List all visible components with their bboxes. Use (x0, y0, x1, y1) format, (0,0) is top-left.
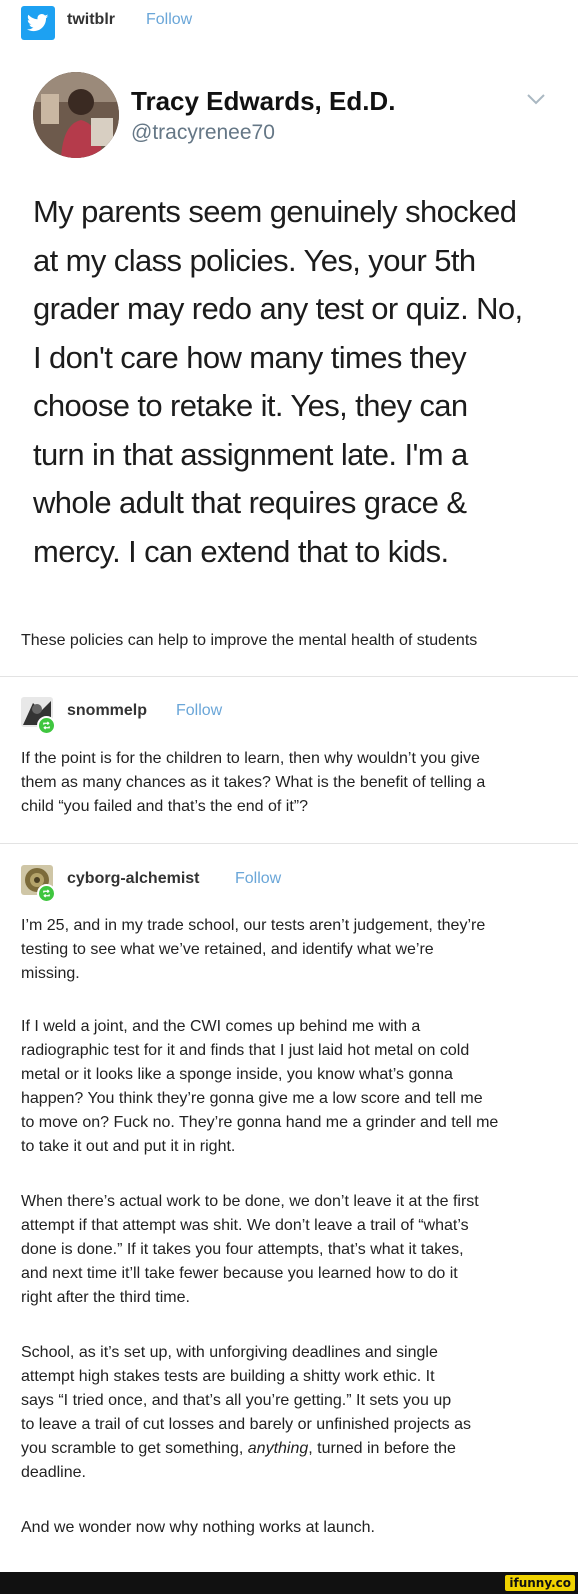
text-line: School, as it’s set up, with unforgiving… (21, 1344, 438, 1361)
text-line: to take it out and put it in right. (21, 1138, 236, 1155)
tweet-text: My parents seem genuinely shocked at my … (33, 188, 553, 576)
follow-button[interactable]: Follow (176, 702, 222, 720)
text-line: child “you failed and that’s the end of … (21, 798, 308, 815)
reblog-icon (37, 716, 56, 735)
reblogger-name[interactable]: snommelp (67, 702, 147, 720)
text-line: If the point is for the children to lear… (21, 750, 480, 767)
tweet-line: turn in that assignment late. I'm a (33, 436, 468, 472)
reblog-paragraph: If I weld a joint, and the CWI comes up … (21, 1015, 551, 1159)
post-caption: These policies can help to improve the m… (21, 632, 478, 649)
text-line: attempt high stakes tests are building a… (21, 1368, 435, 1385)
text-line: and next time it’ll take fewer because y… (21, 1265, 458, 1282)
text-line: to move on? Fuck no. They’re gonna hand … (21, 1114, 499, 1131)
divider (0, 676, 578, 677)
text-line: missing. (21, 965, 80, 982)
tweet-line: whole adult that requires grace & (33, 485, 467, 520)
text-span: , turned in before the (308, 1440, 456, 1457)
reblog-comment: If the point is for the children to lear… (21, 747, 551, 819)
text-line: If I weld a joint, and the CWI comes up … (21, 1018, 421, 1035)
text-line: done is done.” If it takes you four atte… (21, 1241, 464, 1258)
tweet-author-handle[interactable]: @tracyrenee70 (131, 121, 275, 145)
reblog-paragraph: When there’s actual work to be done, we … (21, 1190, 551, 1310)
text-line: testing to see what we’ve retained, and … (21, 941, 434, 958)
tweet-line: grader may redo any test or quiz. No, (33, 291, 523, 326)
text-line: radiographic test for it and finds that … (21, 1042, 470, 1059)
watermark-bar (0, 1572, 578, 1594)
text-line: metal or it looks like a sponge inside, … (21, 1066, 453, 1083)
ifunny-watermark: ifunny.co (505, 1575, 575, 1591)
text-line: When there’s actual work to be done, we … (21, 1193, 479, 1210)
divider (0, 843, 578, 844)
tweet-line: mercy. I can extend that to kids. (33, 533, 449, 569)
text-line: them as many chances as it takes? What i… (21, 774, 486, 791)
follow-button[interactable]: Follow (146, 11, 192, 29)
tweet-line: My parents seem genuinely shocked (33, 194, 517, 229)
text-line: And we wonder now why nothing works at l… (21, 1519, 375, 1536)
follow-button[interactable]: Follow (235, 870, 281, 888)
text-line: happen? You think they’re gonna give me … (21, 1090, 483, 1107)
twitter-bird-icon (21, 6, 55, 40)
text-span: you scramble to get something, (21, 1440, 248, 1457)
text-line: to leave a trail of cut losses and barel… (21, 1416, 472, 1433)
reblog-paragraph: I’m 25, and in my trade school, our test… (21, 914, 551, 986)
text-line: right after the third time. (21, 1289, 190, 1306)
blog-name[interactable]: twitblr (67, 11, 115, 29)
reblog-icon (37, 884, 56, 903)
tweet-author-name[interactable]: Tracy Edwards, Ed.D. (131, 86, 395, 117)
reblogger-name[interactable]: cyborg-alchemist (67, 870, 199, 888)
tweet-line: at my class policies. Yes, your 5th (33, 242, 476, 278)
text-line: I’m 25, and in my trade school, our test… (21, 917, 486, 934)
chevron-down-icon[interactable] (527, 92, 545, 110)
text-line: you scramble to get something, anything,… (21, 1437, 551, 1461)
text-line: deadline. (21, 1464, 86, 1481)
text-line: says “I tried once, and that’s all you’r… (21, 1392, 452, 1409)
avatar[interactable] (33, 72, 119, 158)
emphasis-text: anything (247, 1440, 309, 1457)
reblog-paragraph: School, as it’s set up, with unforgiving… (21, 1341, 551, 1485)
tweet-line: choose to retake it. Yes, they can (33, 388, 468, 423)
reblog-paragraph: And we wonder now why nothing works at l… (21, 1516, 551, 1540)
text-line: attempt if that attempt was shit. We don… (21, 1217, 469, 1234)
tweet-line: I don't care how many times they (33, 339, 467, 375)
